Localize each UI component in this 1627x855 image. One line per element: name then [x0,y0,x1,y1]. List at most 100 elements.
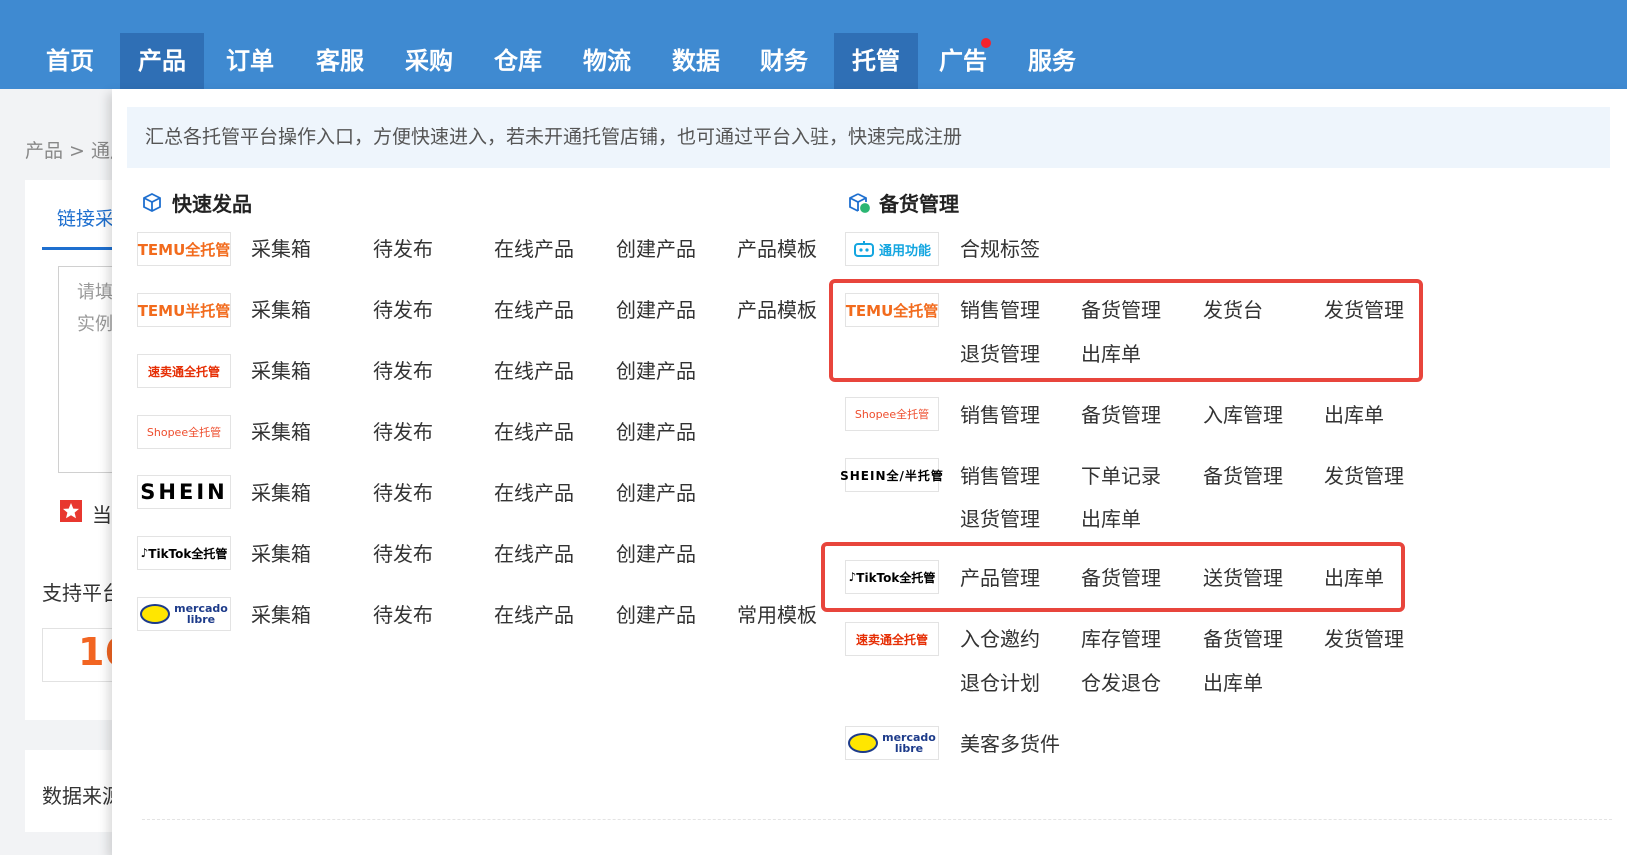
star-icon [60,500,82,522]
quick-ae-collect-box[interactable]: 采集箱 [251,358,311,384]
stock-compliance-label[interactable]: 合规标签 [960,236,1040,262]
stock-temu-full-logo: TEMU全托管 [845,293,939,327]
aliexpress-full-logo: 速卖通全托管 [137,354,231,388]
nav-warehouse[interactable]: 仓库 [480,33,556,89]
nav-orders[interactable]: 订单 [212,33,288,89]
quick-temu-semi-collect-box[interactable]: 采集箱 [251,297,311,323]
temu-full-logo: TEMU全托管 [137,232,231,266]
stock-shein-outbound[interactable]: 出库单 [1081,506,1141,532]
tiktok-full-logo: ♪ TikTok全托管 [137,536,231,570]
tab-underline [42,247,122,250]
quick-temu-semi-template[interactable]: 产品模板 [737,297,817,323]
handshake-icon [140,604,171,624]
stock-tiktok-products[interactable]: 产品管理 [960,565,1040,591]
quick-shopee-pending[interactable]: 待发布 [373,419,433,445]
stock-shopee-outbound[interactable]: 出库单 [1324,402,1384,428]
stock-ae-shipping[interactable]: 发货管理 [1324,626,1404,652]
mercado-libre-logo: mercado libre [137,597,231,631]
general-function-logo: 通用功能 [845,232,939,266]
stock-management-title-text: 备货管理 [879,192,959,216]
top-navigation: 首页 产品 订单 客服 采购 仓库 物流 数据 财务 托管 广告 服务 [0,0,1627,89]
stock-shein-sales[interactable]: 销售管理 [960,463,1040,489]
stock-mercado-logo: mercado libre [845,726,939,760]
stock-temu-stock[interactable]: 备货管理 [1081,297,1161,323]
box-upload-icon [140,191,164,215]
quick-shein-create[interactable]: 创建产品 [616,480,696,506]
quick-ae-online[interactable]: 在线产品 [494,358,574,384]
quick-temu-full-collect-box[interactable]: 采集箱 [251,236,311,262]
stock-shopee-stock[interactable]: 备货管理 [1081,402,1161,428]
stock-ae-return-plan[interactable]: 退仓计划 [960,670,1040,696]
stock-ae-inventory[interactable]: 库存管理 [1081,626,1161,652]
tiktok-note-icon: ♪ [848,570,857,584]
stock-shopee-sales[interactable]: 销售管理 [960,402,1040,428]
quick-mercado-collect-box[interactable]: 采集箱 [251,602,311,628]
nav-logistics[interactable]: 物流 [569,33,645,89]
quick-ae-pending[interactable]: 待发布 [373,358,433,384]
stock-management-title: 备货管理 [847,188,959,217]
quick-mercado-online[interactable]: 在线产品 [494,602,574,628]
nav-products[interactable]: 产品 [120,33,204,89]
nav-ads-label: 广告 [939,47,987,75]
stock-shein-shipping[interactable]: 发货管理 [1324,463,1404,489]
nav-services[interactable]: 服务 [1014,33,1090,89]
stock-temu-shipping-desk[interactable]: 发货台 [1203,297,1263,323]
quick-temu-full-create[interactable]: 创建产品 [616,236,696,262]
tab-link-collect[interactable]: 链接采 [57,204,114,231]
quick-tiktok-pending[interactable]: 待发布 [373,541,433,567]
quick-mercado-create[interactable]: 创建产品 [616,602,696,628]
stock-temu-returns[interactable]: 退货管理 [960,341,1040,367]
stock-tiktok-outbound[interactable]: 出库单 [1324,565,1384,591]
tiktok-full-logo-text: TikTok全托管 [148,546,228,561]
stock-mercado-shipments[interactable]: 美客多货件 [960,731,1060,757]
quick-temu-full-online[interactable]: 在线产品 [494,236,574,262]
quick-tiktok-online[interactable]: 在线产品 [494,541,574,567]
stock-tiktok-stock[interactable]: 备货管理 [1081,565,1161,591]
stock-ae-outbound[interactable]: 出库单 [1203,670,1263,696]
quick-shein-collect-box[interactable]: 采集箱 [251,480,311,506]
quick-shopee-collect-box[interactable]: 采集箱 [251,419,311,445]
nav-finance[interactable]: 财务 [746,33,822,89]
stock-tiktok-delivery[interactable]: 送货管理 [1203,565,1283,591]
quick-shopee-online[interactable]: 在线产品 [494,419,574,445]
quick-temu-semi-create[interactable]: 创建产品 [616,297,696,323]
nav-purchasing[interactable]: 采购 [391,33,467,89]
robot-icon [853,241,874,257]
quick-ae-create[interactable]: 创建产品 [616,358,696,384]
quick-mercado-template[interactable]: 常用模板 [737,602,817,628]
quick-temu-full-pending[interactable]: 待发布 [373,236,433,262]
quick-tiktok-create[interactable]: 创建产品 [616,541,696,567]
nav-ads[interactable]: 广告 [925,33,1001,89]
dropdown-divider [142,819,1612,820]
quick-shopee-create[interactable]: 创建产品 [616,419,696,445]
quick-shein-online[interactable]: 在线产品 [494,480,574,506]
quick-temu-semi-pending[interactable]: 待发布 [373,297,433,323]
stock-shein-orders[interactable]: 下单记录 [1081,463,1161,489]
stock-temu-outbound[interactable]: 出库单 [1081,341,1141,367]
stock-shein-stock[interactable]: 备货管理 [1203,463,1283,489]
quick-tiktok-collect-box[interactable]: 采集箱 [251,541,311,567]
stock-shein-returns[interactable]: 退货管理 [960,506,1040,532]
supported-platforms-label: 支持平台 [42,581,122,605]
nav-hosting[interactable]: 托管 [834,33,918,89]
quick-mercado-pending[interactable]: 待发布 [373,602,433,628]
handshake-icon [848,733,879,753]
nav-data[interactable]: 数据 [658,33,734,89]
stock-ae-stock[interactable]: 备货管理 [1203,626,1283,652]
quick-temu-full-template[interactable]: 产品模板 [737,236,817,262]
stock-ae-warehouse-return[interactable]: 仓发退仓 [1081,670,1161,696]
stock-ae-warehouse-invite[interactable]: 入仓邀约 [960,626,1040,652]
mercado-logo-bottom: libre [186,613,216,626]
stock-temu-sales[interactable]: 销售管理 [960,297,1040,323]
data-source-label: 数据来源 [42,784,122,808]
stock-shopee-inbound[interactable]: 入库管理 [1203,402,1283,428]
textarea-placeholder-example: 实例 [77,314,113,335]
quick-temu-semi-online[interactable]: 在线产品 [494,297,574,323]
hosting-notice: 汇总各托管平台操作入口，方便快速进入，若未开通托管店铺，也可通过平台入驻，快速完… [127,107,1610,168]
quick-shein-pending[interactable]: 待发布 [373,480,433,506]
nav-home[interactable]: 首页 [32,33,108,89]
shopee-full-logo: Shopee全托管 [137,415,231,449]
nav-customer-service[interactable]: 客服 [302,33,378,89]
stock-temu-shipping[interactable]: 发货管理 [1324,297,1404,323]
stock-aliexpress-logo: 速卖通全托管 [845,622,939,656]
